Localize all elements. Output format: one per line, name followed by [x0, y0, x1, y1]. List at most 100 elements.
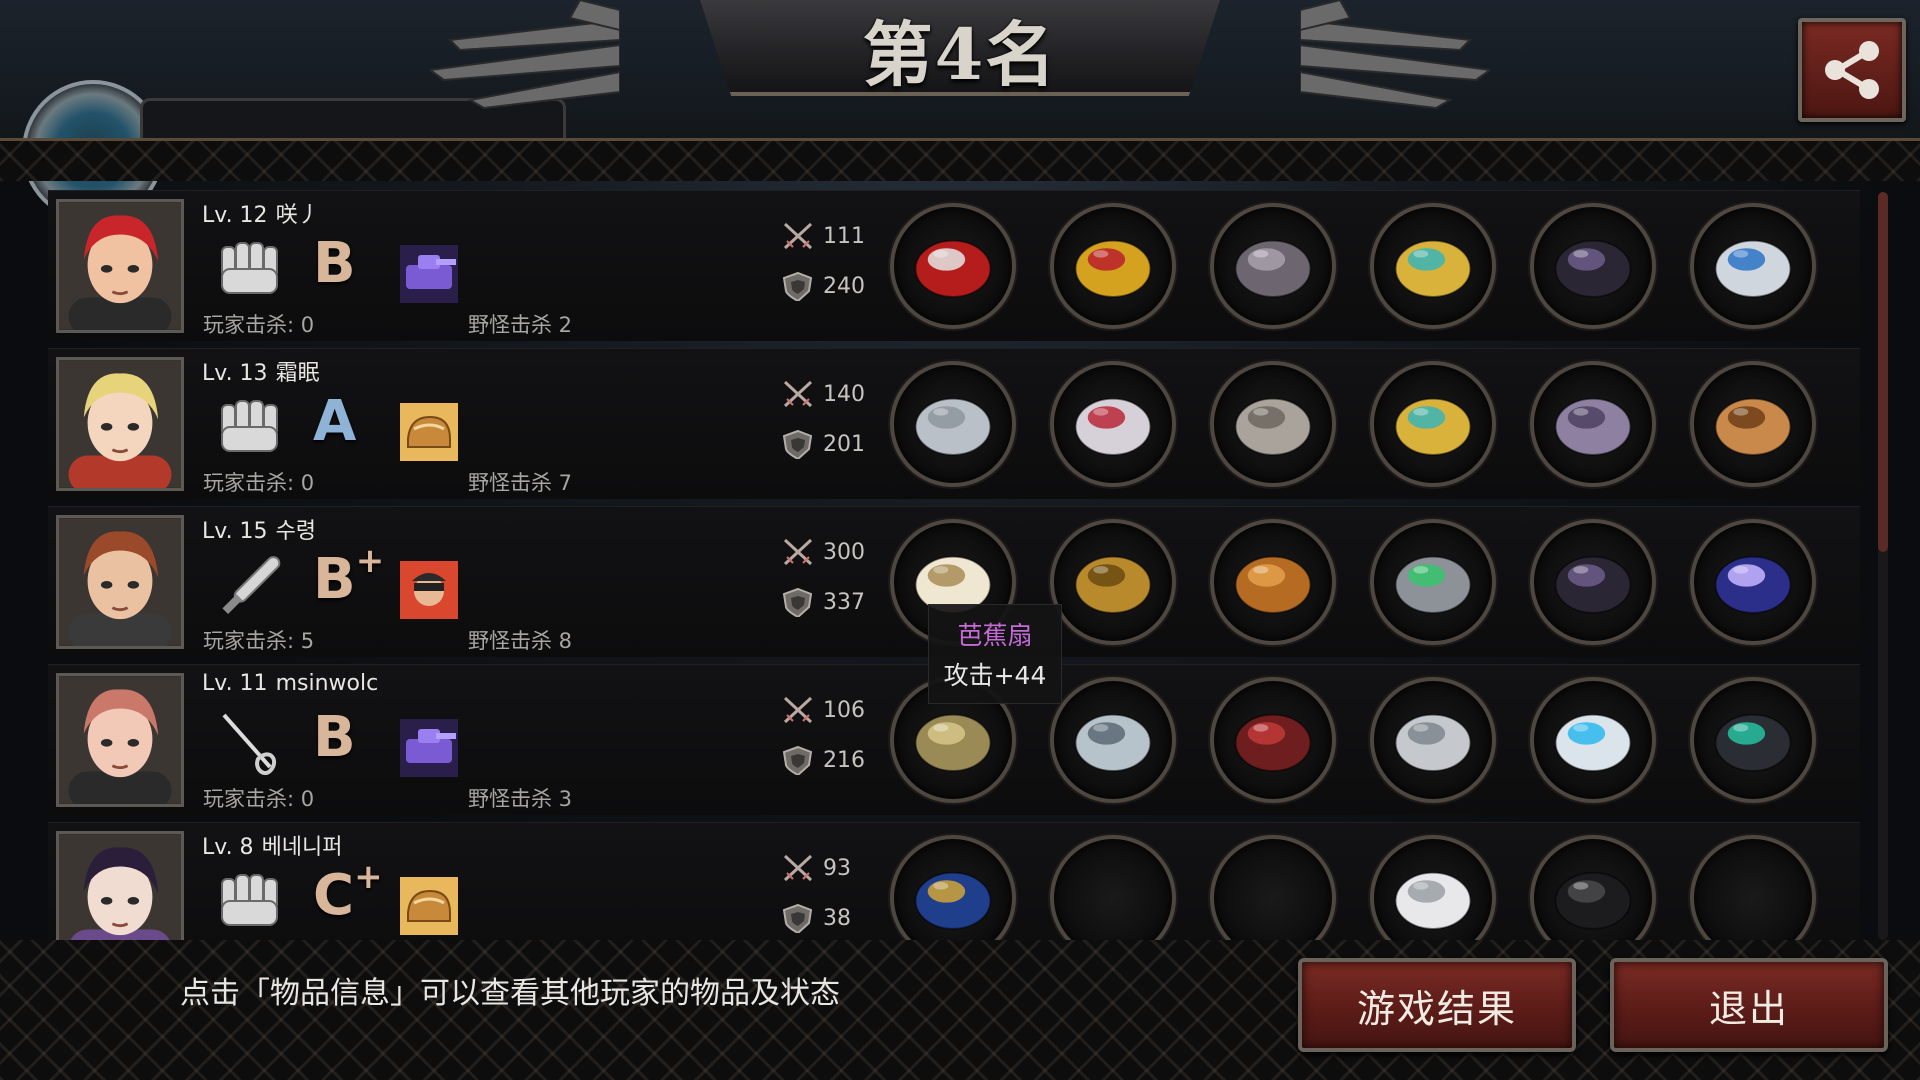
item-slot[interactable]	[1530, 361, 1656, 487]
rank-title: 第4名	[862, 12, 1058, 96]
item-slot[interactable]	[1690, 519, 1816, 645]
attack-stat: 106	[781, 695, 865, 725]
player-row[interactable]: Lv. 13 霜眠 A 玩家击杀: 0 野怪击杀 7 140 201	[48, 348, 1860, 499]
red-coat-icon	[1214, 681, 1332, 799]
knight-helmet-icon	[1054, 681, 1172, 799]
item-slot[interactable]	[890, 835, 1016, 942]
item-slot[interactable]	[1370, 203, 1496, 329]
grade-plus: +	[354, 857, 383, 897]
item-slot[interactable]	[890, 361, 1016, 487]
attack-icon	[783, 538, 813, 566]
item-slot[interactable]	[890, 203, 1016, 329]
grade-plus: +	[355, 541, 385, 581]
steel-gauntlet-icon	[894, 365, 1012, 483]
player-avatar[interactable]	[56, 199, 184, 333]
item-slot[interactable]	[1370, 677, 1496, 803]
defense-stat: 38	[781, 903, 851, 933]
attack-icon	[783, 222, 813, 250]
game-result-screen: 第4名 Lv. 12 咲丿 B 玩家击杀: 0 野怪击杀 2 111 240 Lv. 13 霜眠…	[0, 0, 1920, 1080]
item-tooltip: 芭蕉扇 攻击+44	[928, 604, 1062, 704]
defense-value: 201	[823, 431, 865, 457]
item-slot[interactable]	[1530, 677, 1656, 803]
galaxy-icon	[1694, 523, 1812, 641]
item-slot[interactable]	[1210, 835, 1336, 942]
item-slot[interactable]	[1210, 203, 1336, 329]
gold-bracelet-icon	[1374, 365, 1492, 483]
silver-tiara-icon	[1054, 365, 1172, 483]
item-slot[interactable]	[1210, 677, 1336, 803]
player-avatar[interactable]	[56, 831, 184, 942]
tooltip-item-stat: 攻击+44	[943, 661, 1047, 690]
dark-boots-icon	[1534, 207, 1652, 325]
player-level: Lv. 12	[202, 203, 268, 228]
player-avatar[interactable]	[56, 673, 184, 807]
item-slot[interactable]	[1530, 519, 1656, 645]
player-row[interactable]: Lv. 12 咲丿 B 玩家击杀: 0 野怪击杀 2 111 240	[48, 190, 1860, 341]
item-slot[interactable]	[1210, 519, 1336, 645]
item-slot[interactable]	[1690, 677, 1816, 803]
attack-stat: 93	[781, 853, 851, 883]
item-slot[interactable]	[1370, 361, 1496, 487]
share-button[interactable]	[1798, 18, 1906, 122]
item-slot[interactable]	[1050, 677, 1176, 803]
radar-device-icon	[1374, 523, 1492, 641]
player-name-line: Lv. 13 霜眠	[202, 355, 320, 387]
player-name: 수령	[275, 519, 317, 544]
item-slot[interactable]	[1050, 519, 1176, 645]
rapier-icon	[214, 707, 286, 779]
monster-kills: 野怪击杀 8	[468, 629, 573, 653]
player-grade: C+	[313, 857, 383, 928]
dark-boots-icon	[1534, 523, 1652, 641]
item-slot[interactable]	[1050, 361, 1176, 487]
frame-top	[0, 138, 1920, 181]
purple-tank-badge-icon	[400, 719, 458, 777]
player-kills: 玩家击杀: 0	[203, 471, 315, 495]
tooltip-item-name: 芭蕉扇	[957, 621, 1033, 650]
golden-helmet-icon	[1054, 523, 1172, 641]
item-slot[interactable]	[1690, 361, 1816, 487]
grade-letter: B	[313, 231, 356, 296]
attack-stat: 140	[781, 379, 865, 409]
attack-stat: 111	[781, 221, 865, 251]
empty-slot	[1694, 839, 1812, 942]
item-slot[interactable]	[1050, 203, 1176, 329]
attack-value: 93	[823, 855, 851, 881]
game-result-button[interactable]: 游戏结果	[1298, 958, 1576, 1052]
defense-value: 240	[823, 273, 865, 299]
item-slot[interactable]	[1690, 835, 1816, 942]
item-slot[interactable]	[1370, 835, 1496, 942]
fist-icon	[214, 391, 286, 463]
exit-button[interactable]: 退出	[1610, 958, 1888, 1052]
item-slot[interactable]	[1050, 835, 1176, 942]
empty-slot	[1214, 839, 1332, 942]
player-grade: B	[313, 231, 356, 296]
glowing-sneakers-icon	[1534, 681, 1652, 799]
player-avatar[interactable]	[56, 515, 184, 649]
player-avatar[interactable]	[56, 357, 184, 491]
cat-box-icon	[1694, 365, 1812, 483]
player-list[interactable]: Lv. 12 咲丿 B 玩家击杀: 0 野怪击杀 2 111 240 Lv. 13 霜眠 A 玩家击…	[48, 190, 1860, 942]
item-slot[interactable]	[1530, 835, 1656, 942]
item-slot[interactable]	[1370, 519, 1496, 645]
defense-icon	[782, 903, 813, 933]
player-grade: B+	[313, 541, 384, 612]
avatar-art	[59, 202, 181, 330]
player-level: Lv. 8	[202, 835, 254, 860]
bat-icon	[214, 549, 286, 621]
player-row[interactable]: Lv. 8 베네니퍼 C+ 93 38	[48, 822, 1860, 942]
bronze-armor-icon	[1214, 523, 1332, 641]
player-name-line: Lv. 8 베네니퍼	[202, 829, 343, 861]
fist-icon	[214, 233, 286, 305]
item-slot[interactable]	[1690, 203, 1816, 329]
defense-value: 38	[823, 905, 851, 931]
attack-value: 300	[823, 539, 865, 565]
player-name-line: Lv. 15 수령	[202, 513, 316, 545]
monster-kills: 野怪击杀 7	[468, 471, 573, 495]
scrollbar-thumb[interactable]	[1878, 192, 1888, 552]
black-boots-icon	[1534, 839, 1652, 942]
red-goggles-icon	[894, 207, 1012, 325]
fist-icon	[214, 865, 286, 937]
item-slot[interactable]	[1530, 203, 1656, 329]
avatar-art	[59, 834, 181, 942]
item-slot[interactable]	[1210, 361, 1336, 487]
